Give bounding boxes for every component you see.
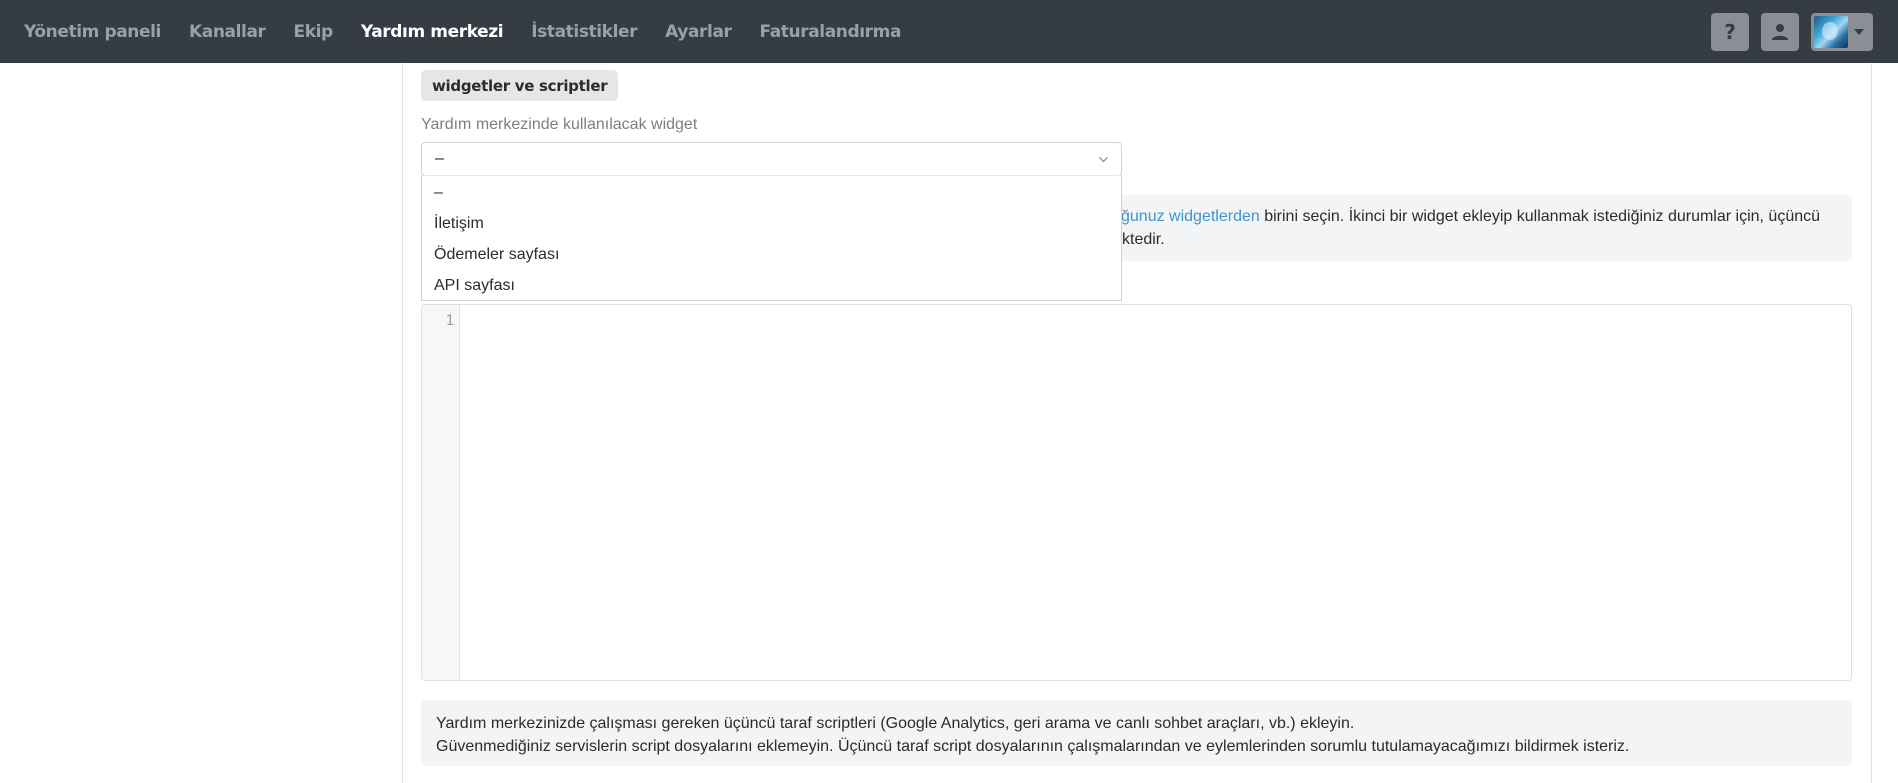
content-divider (1871, 63, 1872, 783)
caret-down-icon (1854, 29, 1864, 35)
widget-select[interactable]: – (421, 142, 1122, 176)
profile-button[interactable] (1761, 13, 1799, 51)
widget-select-value: – (435, 150, 444, 167)
dropdown-option-contact[interactable]: İletişim (422, 208, 1121, 239)
scripts-info-line-2: Güvenmediğiniz servislerin script dosyal… (436, 738, 1630, 755)
script-code-editor[interactable]: 1 (421, 304, 1852, 681)
scripts-info-box: Yardım merkezinizde çalışması gereken üç… (421, 700, 1852, 766)
avatar (1814, 16, 1848, 48)
widget-info-text-1: birini seçin. İkinci bir widget ekleyip … (1259, 208, 1821, 225)
widgets-link[interactable]: ğunuz widgetlerden (1121, 208, 1260, 225)
nav-item-billing[interactable]: Faturalandırma (760, 22, 902, 42)
scripts-info-line-1: Yardım merkezinizde çalışması gereken üç… (436, 715, 1355, 732)
chevron-down-icon (1099, 157, 1108, 163)
widget-info-line-2: ktedir. (1122, 231, 1165, 248)
nav-item-dashboard[interactable]: Yönetim paneli (24, 22, 161, 42)
section-badge: widgetler ve scriptler (421, 70, 619, 101)
dropdown-option-none[interactable]: – (422, 177, 1121, 208)
dropdown-option-payments[interactable]: Ödemeler sayfası (422, 239, 1121, 270)
editor-text-area[interactable] (461, 305, 1851, 680)
editor-gutter: 1 (422, 305, 460, 680)
nav-item-settings[interactable]: Ayarlar (665, 22, 732, 42)
widget-field-label: Yardım merkezinde kullanılacak widget (421, 116, 698, 133)
widget-info-line-1: ğunuz widgetlerden birini seçin. İkinci … (1121, 208, 1820, 226)
nav-item-channels[interactable]: Kanallar (189, 22, 266, 42)
question-icon: ? (1724, 20, 1736, 44)
user-icon (1772, 24, 1788, 40)
nav-item-statistics[interactable]: İstatistikler (531, 22, 637, 42)
main-nav: Yönetim paneli Kanallar Ekip Yardım merk… (0, 0, 929, 63)
widget-dropdown-list: – İletişim Ödemeler sayfası API sayfası (421, 175, 1122, 301)
top-navbar: Yönetim paneli Kanallar Ekip Yardım merk… (0, 0, 1898, 63)
help-button[interactable]: ? (1711, 13, 1749, 51)
nav-actions: ? (1711, 13, 1873, 51)
dropdown-option-api[interactable]: API sayfası (422, 270, 1121, 301)
line-number: 1 (445, 313, 454, 329)
nav-item-help-center[interactable]: Yardım merkezi (361, 22, 504, 42)
account-menu-button[interactable] (1811, 13, 1873, 51)
nav-item-team[interactable]: Ekip (294, 22, 334, 42)
